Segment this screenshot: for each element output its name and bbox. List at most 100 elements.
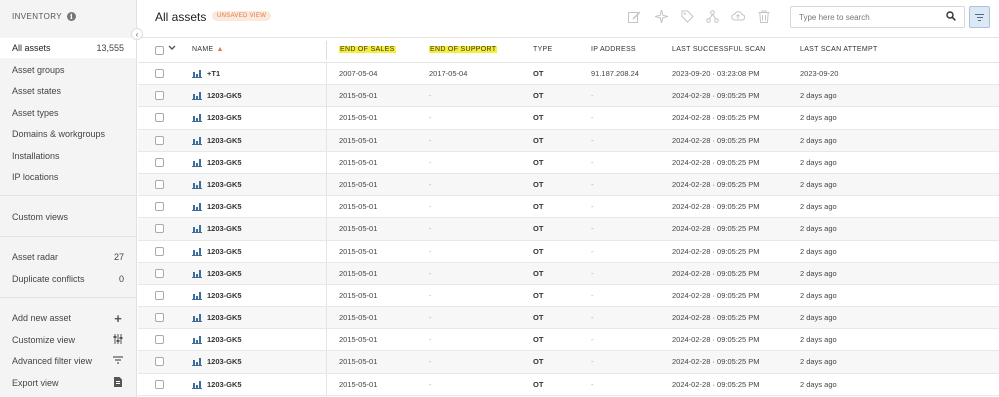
row-checkbox[interactable]: [155, 379, 164, 389]
row-checkbox[interactable]: [155, 157, 164, 167]
cell-name[interactable]: 1203-GK5: [207, 291, 242, 300]
cell-end-of-support: -: [429, 113, 432, 123]
cell-end-of-sales: 2015-05-01: [339, 113, 378, 123]
sidebar-item-label: Installations: [12, 151, 60, 161]
row-checkbox[interactable]: [155, 246, 164, 256]
table-row[interactable]: 1203-GK5 2015-05-01 - OT - 2024-02-28 · 09:05…: [138, 196, 999, 219]
advanced-filter-view-button[interactable]: Advanced filter view: [0, 351, 136, 371]
row-checkbox[interactable]: [155, 179, 164, 189]
table-row[interactable]: 1203-GK5 2015-05-01 - OT - 2024-02-28 · 09:05…: [138, 329, 999, 352]
cloud-upload-icon[interactable]: [731, 9, 745, 23]
column-divider: [326, 173, 327, 196]
column-header-end-of-sales[interactable]: END OF SALES: [339, 46, 396, 53]
sidebar-item-asset-radar[interactable]: Asset radar 27: [0, 247, 136, 267]
row-checkbox[interactable]: [155, 224, 164, 234]
table-row[interactable]: 1203-GK5 2015-05-01 - OT - 2024-02-28 · 09:05…: [138, 173, 999, 197]
cell-name[interactable]: 1203-GK5: [207, 380, 242, 389]
row-checkbox[interactable]: [155, 135, 164, 145]
row-checkbox[interactable]: [155, 202, 164, 212]
cell-last-scan-attempt: 2 days ago: [800, 379, 837, 389]
ot-asset-icon: [192, 180, 202, 189]
cell-name[interactable]: 1203-GK5: [207, 269, 242, 278]
trash-icon[interactable]: [757, 9, 771, 23]
column-header-name[interactable]: NAME ▲: [192, 46, 224, 53]
column-header-type[interactable]: TYPE: [533, 46, 552, 53]
sliders-icon: [112, 333, 124, 347]
cell-name[interactable]: 1203-GK5: [207, 91, 242, 100]
cell-name[interactable]: 1203-GK5: [207, 136, 242, 145]
table-row[interactable]: 1203-GK5 2015-05-01 - OT - 2024-02-28 · 09:05…: [138, 107, 999, 130]
table-row[interactable]: 1203-GK5 2015-05-01 - OT - 2024-02-28 · 09:05…: [138, 85, 999, 108]
table-row[interactable]: +T1 2007-05-04 2017-05-04 OT 91.187.208.24 20…: [138, 63, 999, 86]
column-header-end-of-support[interactable]: END OF SUPPORT: [429, 46, 498, 53]
cell-name[interactable]: 1203-GK5: [207, 247, 242, 256]
sidebar-item-installations[interactable]: Installations: [0, 146, 136, 166]
relations-icon[interactable]: [705, 9, 719, 23]
cell-name[interactable]: 1203-GK5: [207, 313, 242, 322]
customize-view-button[interactable]: Customize view: [0, 330, 136, 350]
row-checkbox[interactable]: [155, 290, 164, 300]
ot-asset-icon: [192, 247, 202, 256]
sparkle-icon[interactable]: [654, 9, 668, 23]
cell-name[interactable]: 1203-GK5: [207, 357, 242, 366]
table-row[interactable]: 1203-GK5 2015-05-01 - OT - 2024-02-28 · 09:05…: [138, 129, 999, 152]
sidebar-item-duplicate-conflicts[interactable]: Duplicate conflicts 0: [0, 269, 136, 289]
select-all-checkbox[interactable]: [155, 46, 164, 55]
export-view-button[interactable]: Export view: [0, 373, 136, 393]
table-row[interactable]: 1203-GK5 2015-05-01 - OT - 2024-02-28 · 09:05…: [138, 218, 999, 241]
sidebar-item-asset-states[interactable]: Asset states: [0, 81, 136, 101]
cell-name[interactable]: 1203-GK5: [207, 158, 242, 167]
cell-name[interactable]: 1203-GK5: [207, 224, 242, 233]
sidebar-item-label: Asset states: [12, 86, 62, 96]
sidebar-item-all-assets[interactable]: All assets 13,555: [0, 38, 136, 58]
cell-end-of-support: -: [429, 246, 432, 256]
info-icon[interactable]: i: [66, 12, 76, 21]
table-row[interactable]: 1203-GK5 2015-05-01 - OT - 2024-02-28 · 09:05…: [138, 240, 999, 263]
table-row[interactable]: 1203-GK5 2015-05-01 - OT - 2024-02-28 · 09:05…: [138, 284, 999, 308]
cell-name[interactable]: +T1: [207, 69, 220, 78]
tag-icon[interactable]: [680, 9, 694, 23]
row-checkbox[interactable]: [155, 113, 164, 123]
cell-name[interactable]: 1203-GK5: [207, 202, 242, 211]
row-checkbox[interactable]: [155, 313, 164, 323]
sidebar-item-ip-locations[interactable]: IP locations: [0, 167, 136, 187]
inventory-header: INVENTORY i: [12, 12, 76, 21]
row-checkbox[interactable]: [155, 335, 164, 345]
search-icon[interactable]: [946, 10, 956, 24]
cell-name[interactable]: 1203-GK5: [207, 113, 242, 122]
search-input[interactable]: [799, 12, 946, 22]
chevron-down-icon[interactable]: [168, 44, 176, 53]
add-new-asset-button[interactable]: Add new asset +: [0, 308, 136, 328]
sidebar-item-label: Asset groups: [12, 65, 65, 75]
cell-name[interactable]: 1203-GK5: [207, 180, 242, 189]
sidebar-item-domains-workgroups[interactable]: Domains & workgroups: [0, 124, 136, 144]
column-header-last-scan-attempt[interactable]: LAST SCAN ATTEMPT: [800, 46, 878, 53]
column-header-ip-address[interactable]: IP ADDRESS: [591, 46, 636, 53]
cell-end-of-sales: 2015-05-01: [339, 290, 378, 300]
cell-type: OT: [533, 69, 544, 78]
cell-last-scan-attempt: 2 days ago: [800, 335, 837, 345]
sidebar-item-asset-types[interactable]: Asset types: [0, 103, 136, 123]
cell-end-of-support: -: [429, 379, 432, 389]
table-row[interactable]: 1203-GK5 2015-05-01 - OT - 2024-02-28 · 09:05…: [138, 262, 999, 285]
table-row[interactable]: 1203-GK5 2015-05-01 - OT - 2024-02-28 · 09:05…: [138, 373, 999, 396]
table-row[interactable]: 1203-GK5 2015-05-01 - OT - 2024-02-28 · 09:05…: [138, 307, 999, 330]
table-row[interactable]: 1203-GK5 2015-05-01 - OT - 2024-02-28 · 09:05…: [138, 151, 999, 174]
cell-name[interactable]: 1203-GK5: [207, 335, 242, 344]
table-row[interactable]: 1203-GK5 2015-05-01 - OT - 2024-02-28 · 09:05…: [138, 351, 999, 374]
column-divider[interactable]: [326, 41, 327, 60]
column-header-last-successful-scan[interactable]: LAST SUCCESSFUL SCAN: [672, 46, 766, 53]
cell-ip-address: -: [591, 246, 594, 256]
column-divider: [326, 196, 327, 218]
sidebar-item-asset-groups[interactable]: Asset groups: [0, 60, 136, 80]
filter-toggle-button[interactable]: [969, 6, 990, 28]
row-checkbox[interactable]: [155, 69, 164, 78]
edit-icon[interactable]: [627, 9, 641, 23]
row-checkbox[interactable]: [155, 268, 164, 278]
collapse-sidebar-icon[interactable]: ‹: [131, 28, 143, 40]
action-label: Add new asset: [12, 313, 72, 323]
row-checkbox[interactable]: [155, 91, 164, 101]
sidebar-item-custom-views[interactable]: Custom views: [0, 207, 136, 227]
row-checkbox[interactable]: [155, 357, 164, 367]
ot-asset-icon: [192, 357, 202, 367]
